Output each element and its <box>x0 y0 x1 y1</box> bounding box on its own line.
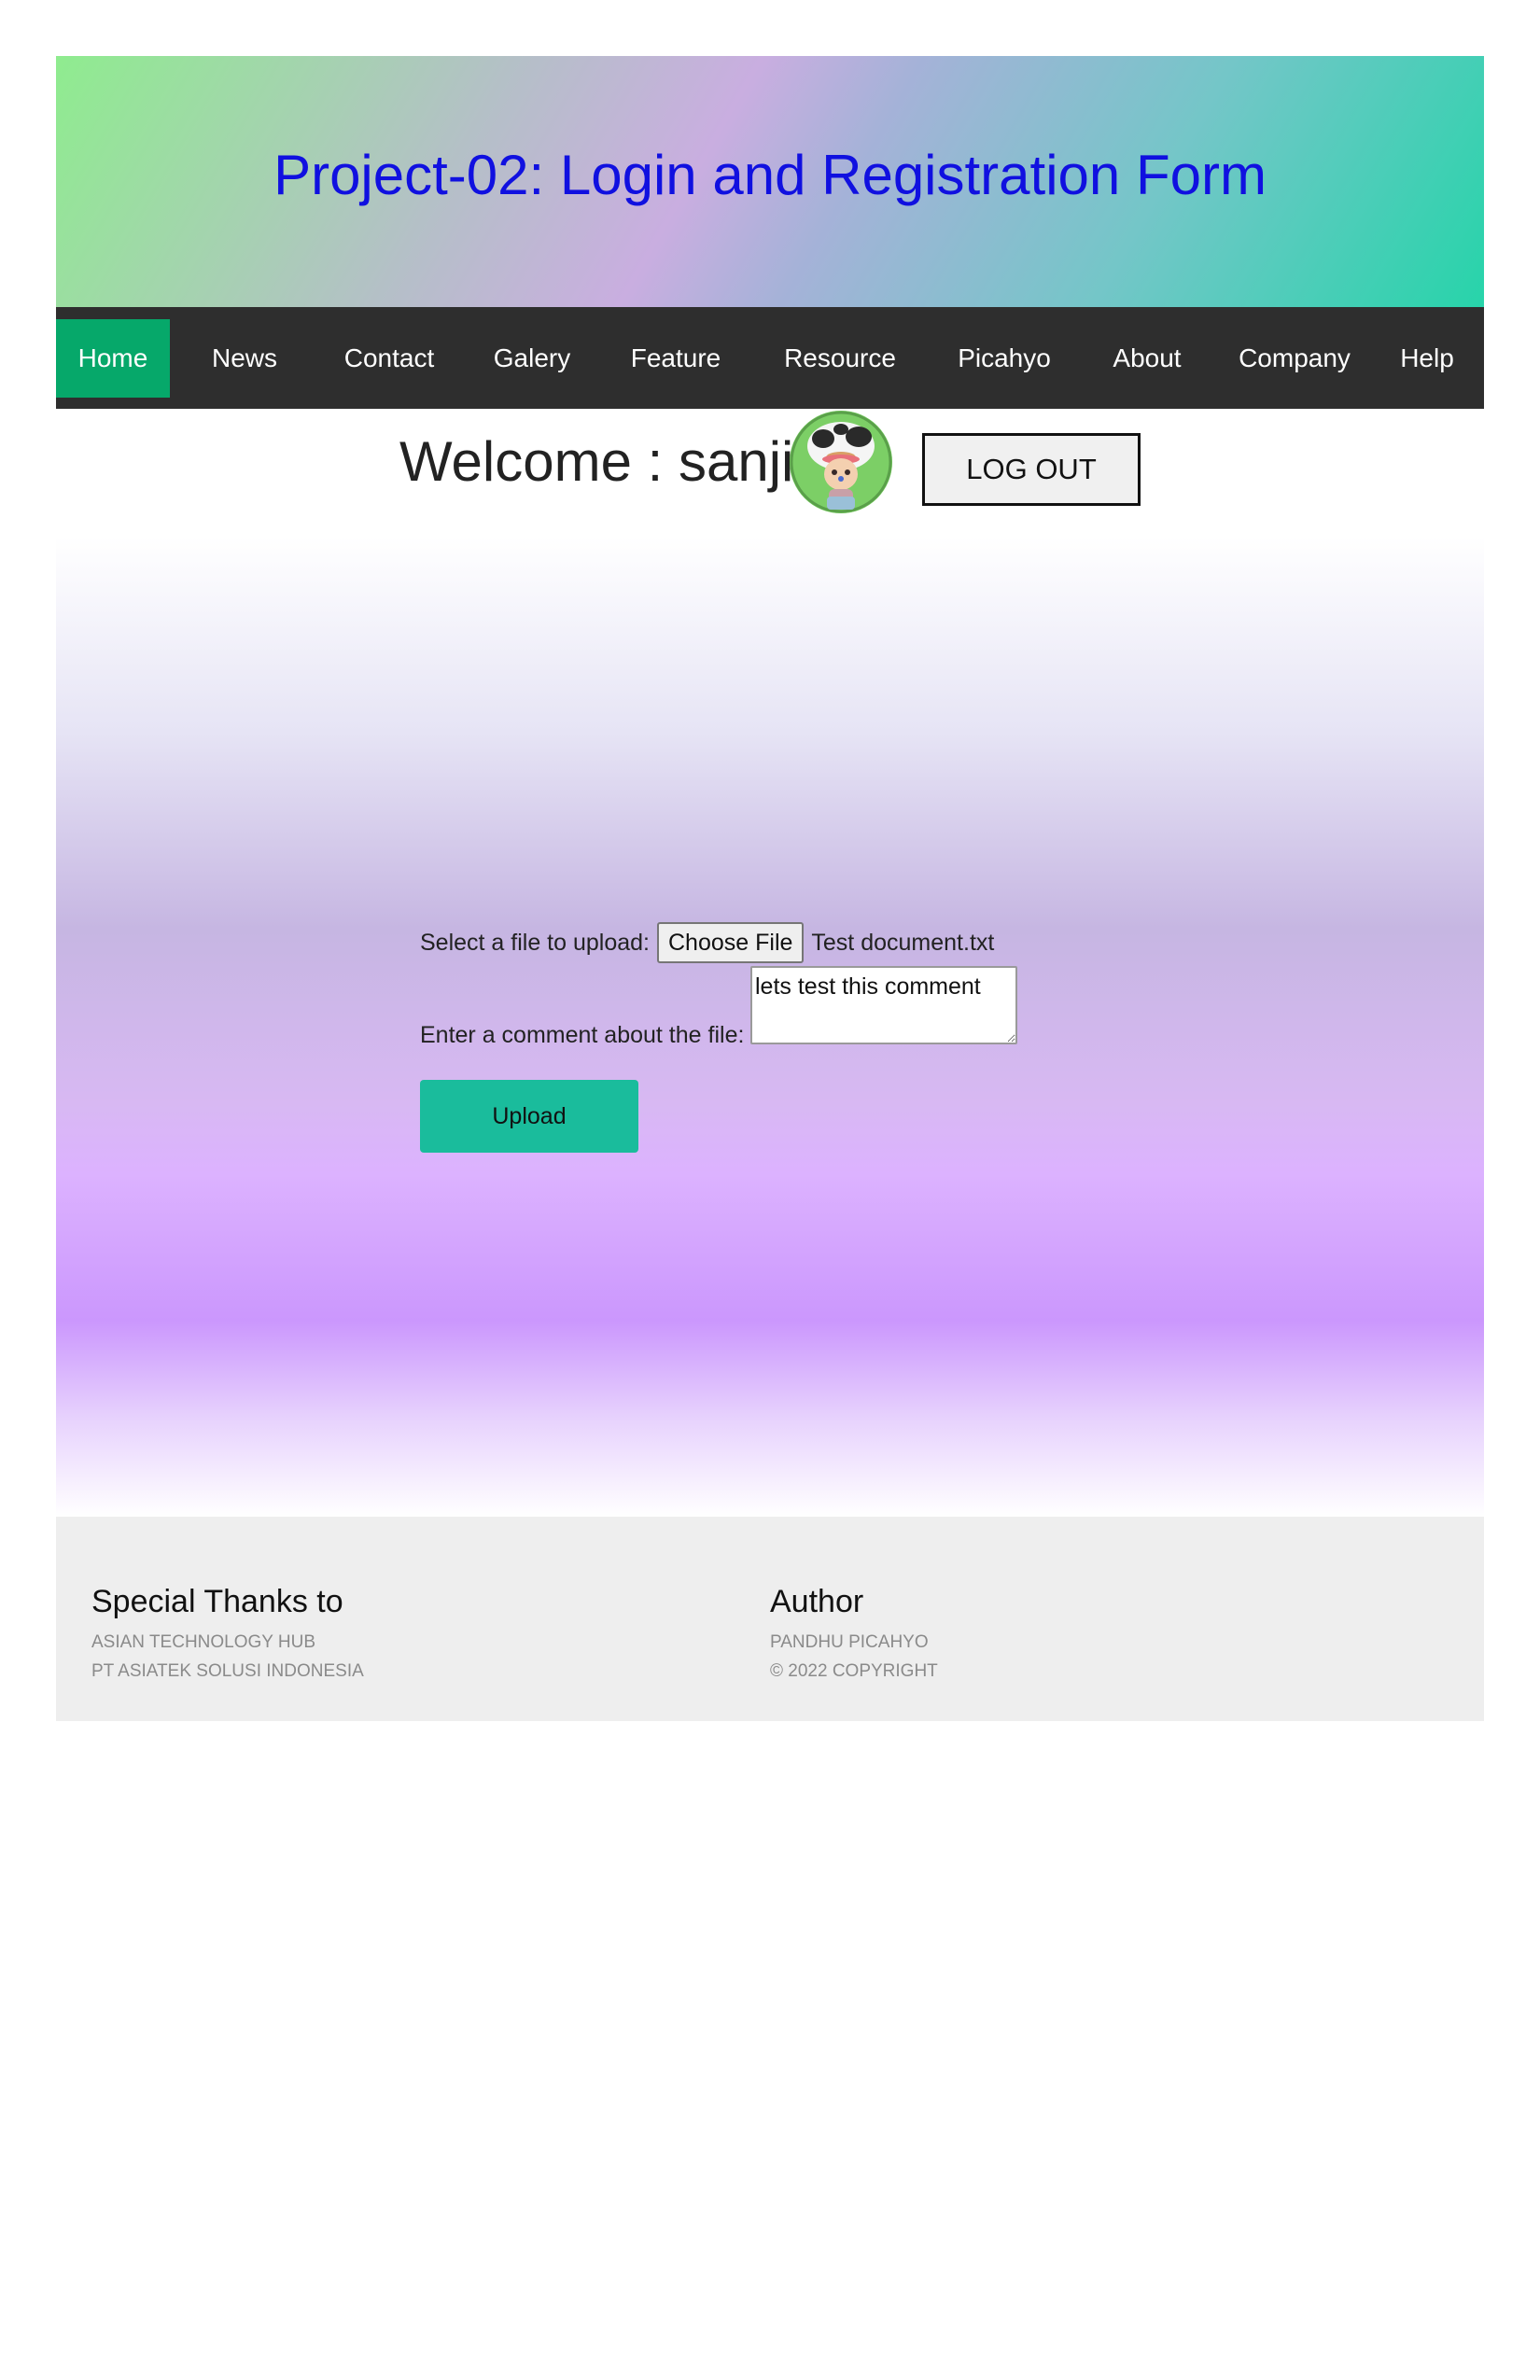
cartoon-character-avatar-icon <box>790 411 892 513</box>
footer-copyright: © 2022 COPYRIGHT <box>770 1661 938 1681</box>
nav-item-picahyo[interactable]: Picahyo <box>933 319 1075 398</box>
footer-author-heading: Author <box>770 1584 864 1619</box>
welcome-text: Welcome : sanji <box>399 430 794 493</box>
footer-thanks-line: PT ASIATEK SOLUSI INDONESIA <box>91 1661 364 1681</box>
footer-author-line: PANDHU PICAHYO <box>770 1632 929 1652</box>
nav-item-help[interactable]: Help <box>1370 319 1484 398</box>
file-row: Select a file to upload: Choose File Tes… <box>420 921 1167 964</box>
nav-item-about[interactable]: About <box>1075 319 1219 398</box>
file-label: Select a file to upload: <box>420 929 650 956</box>
nav-bar: Home News Contact Galery Feature Resourc… <box>56 307 1484 409</box>
footer: Special Thanks to ASIAN TECHNOLOGY HUB P… <box>56 1517 1484 1721</box>
page: Project-02: Login and Registration Form … <box>0 0 1540 2380</box>
welcome-row: Welcome : sanji LOG OUT <box>0 409 1540 530</box>
footer-thanks-line: ASIAN TECHNOLOGY HUB <box>91 1632 316 1652</box>
header-banner: Project-02: Login and Registration Form <box>56 56 1484 307</box>
nav-item-contact[interactable]: Contact <box>319 319 459 398</box>
main-content: Select a file to upload: Choose File Tes… <box>56 537 1484 1517</box>
upload-form: Select a file to upload: Choose File Tes… <box>420 921 1167 1153</box>
comment-textarea[interactable]: lets test this comment <box>750 966 1017 1044</box>
upload-button[interactable]: Upload <box>420 1080 638 1153</box>
nav-item-home[interactable]: Home <box>56 318 170 398</box>
nav-item-resource[interactable]: Resource <box>747 319 933 398</box>
logout-button[interactable]: LOG OUT <box>922 433 1141 506</box>
choose-file-button[interactable]: Choose File <box>657 922 805 963</box>
nav-item-galery[interactable]: Galery <box>459 319 605 398</box>
footer-thanks: Special Thanks to ASIAN TECHNOLOGY HUB P… <box>91 1584 364 1686</box>
footer-thanks-heading: Special Thanks to <box>91 1584 343 1619</box>
page-title: Project-02: Login and Registration Form <box>273 144 1267 206</box>
avatar <box>790 411 892 513</box>
footer-author: Author PANDHU PICAHYO © 2022 COPYRIGHT <box>770 1584 938 1686</box>
comment-row: Enter a comment about the file: lets tes… <box>420 966 1167 1050</box>
nav-item-feature[interactable]: Feature <box>605 319 747 398</box>
nav-item-news[interactable]: News <box>170 319 319 398</box>
selected-file-name: Test document.txt <box>811 929 995 956</box>
nav-item-company[interactable]: Company <box>1219 319 1370 398</box>
comment-label: Enter a comment about the file: <box>420 1022 745 1048</box>
